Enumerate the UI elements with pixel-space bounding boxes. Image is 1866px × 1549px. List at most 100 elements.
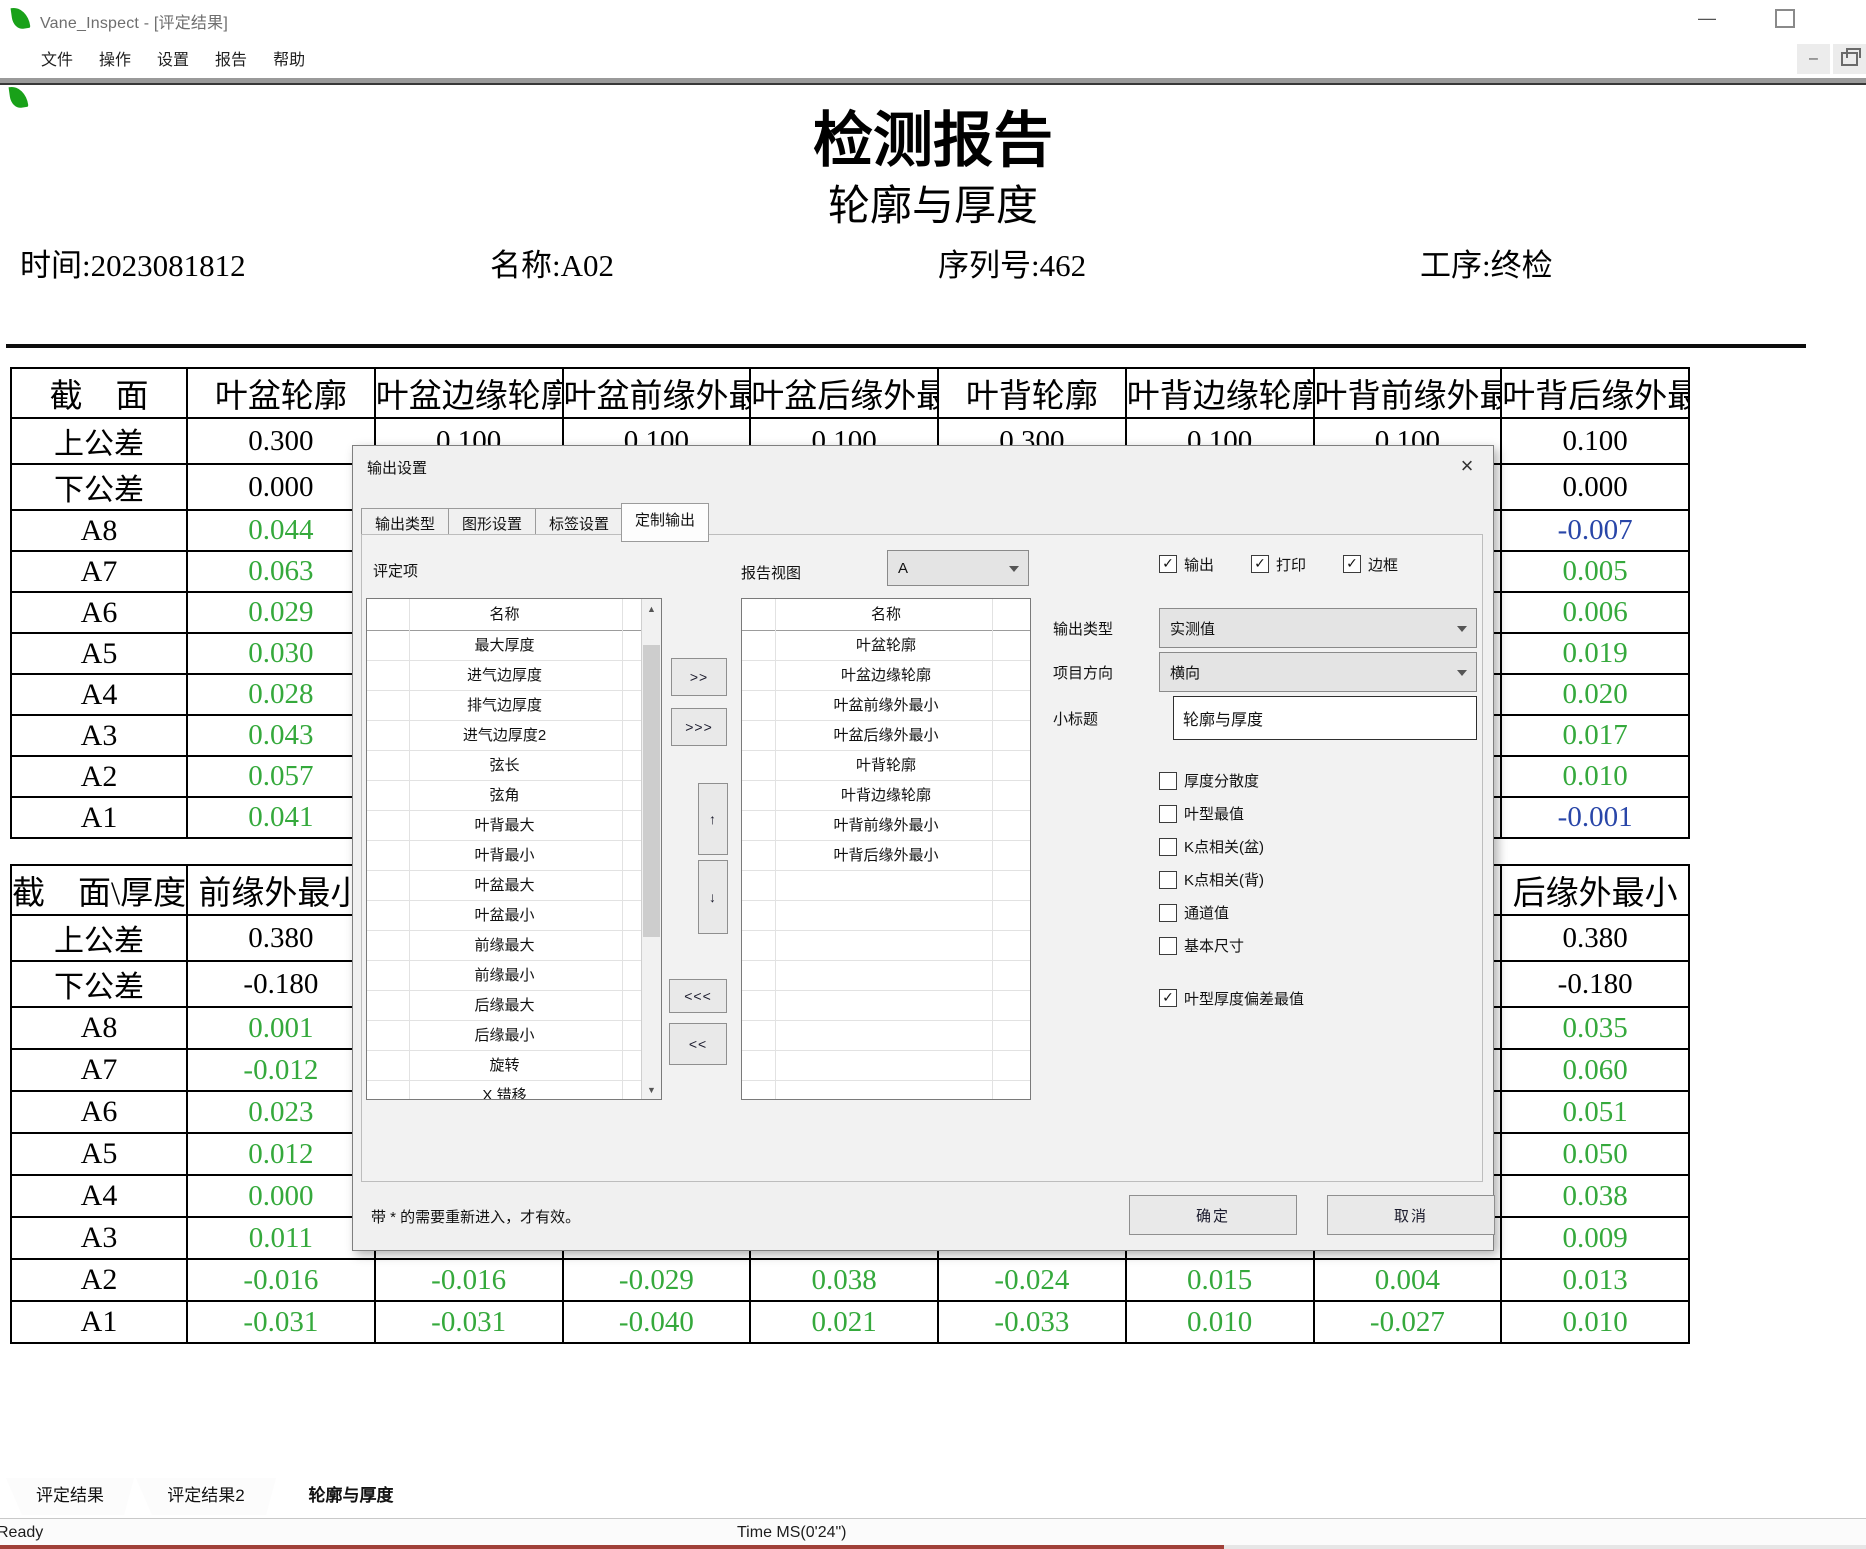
value-cell: -0.007 (1501, 510, 1689, 551)
maximize-button[interactable] (1762, 0, 1808, 36)
unchecked-checkbox-icon[interactable] (1159, 805, 1177, 823)
table-row: A2-0.016-0.016-0.0290.038-0.0240.0150.00… (11, 1259, 1689, 1301)
list-item[interactable] (742, 1081, 1030, 1100)
output-type-select[interactable]: 实测值 (1159, 608, 1477, 648)
status-ready: Ready (0, 1524, 43, 1542)
menu-item[interactable]: 设置 (157, 40, 189, 70)
row-label: A3 (11, 715, 187, 756)
list-item[interactable]: 叶盆后缘外最小 (742, 721, 1030, 751)
scrollbar-thumb[interactable] (643, 645, 660, 937)
checkbox-边框[interactable]: 边框 (1343, 552, 1398, 576)
mdi-minimize-button[interactable]: – (1797, 44, 1830, 74)
sheet-tab-2[interactable]: 评定结果2 (136, 1478, 276, 1515)
dialog-tab-4[interactable]: 定制输出 (621, 503, 709, 542)
list-item[interactable] (742, 871, 1030, 901)
list-item[interactable]: 叶盆边缘轮廓 (742, 661, 1030, 691)
menu-item[interactable]: 文件 (41, 40, 73, 70)
checkbox-label: 基本尺寸 (1184, 935, 1244, 956)
row-label: A8 (11, 510, 187, 551)
checked-checkbox-icon[interactable] (1159, 555, 1177, 573)
move-down-button[interactable]: ↓ (698, 860, 728, 934)
menu-item[interactable]: 帮助 (273, 40, 305, 70)
menu-bar: 文件操作设置报告帮助 (0, 40, 1866, 76)
remove-all-button[interactable]: <<< (669, 979, 727, 1013)
checkbox-打印[interactable]: 打印 (1251, 552, 1306, 576)
report-view-select[interactable]: A (887, 550, 1029, 586)
scroll-up-icon[interactable]: ▲ (642, 599, 661, 618)
cancel-button[interactable]: 取消 (1327, 1195, 1495, 1235)
list-item[interactable] (742, 1051, 1030, 1081)
menu-item[interactable]: 报告 (215, 40, 247, 70)
list-item[interactable]: 叶盆前缘外最小 (742, 691, 1030, 721)
list-item[interactable]: 叶盆轮廓 (742, 631, 1030, 661)
scrollbar[interactable]: ▲ ▼ (641, 599, 661, 1099)
sheet-tab-bar: 评定结果评定结果2轮廓与厚度 (0, 1478, 1866, 1518)
remove-button[interactable]: << (669, 1023, 727, 1065)
value-cell: 0.035 (1501, 1007, 1689, 1049)
subtitle-label: 小标题 (1053, 708, 1098, 729)
checkbox-基本尺寸[interactable]: 基本尺寸 (1159, 929, 1264, 962)
list-item[interactable]: 叶背后缘外最小 (742, 841, 1030, 871)
value-cell: 0.028 (187, 674, 375, 715)
scroll-down-icon[interactable]: ▼ (642, 1080, 661, 1099)
sheet-tab-1[interactable]: 评定结果 (6, 1478, 134, 1515)
output-type-value: 实测值 (1170, 618, 1215, 639)
list-item[interactable] (742, 1021, 1030, 1051)
checkbox-叶型厚度偏差最值[interactable]: 叶型厚度偏差最值 (1159, 986, 1304, 1010)
report-view-label: 报告视图 (741, 562, 801, 583)
report-view-value: A (898, 560, 908, 577)
value-cell: 0.063 (187, 551, 375, 592)
checked-checkbox-icon[interactable] (1159, 989, 1177, 1007)
list-item[interactable] (742, 961, 1030, 991)
checkbox-通道值[interactable]: 通道值 (1159, 896, 1264, 929)
list-item[interactable] (742, 901, 1030, 931)
add-button[interactable]: >> (671, 658, 727, 696)
report-subtitle: 轮廓与厚度 (0, 172, 1866, 233)
mdi-restore-button[interactable] (1833, 44, 1866, 74)
value-cell: -0.024 (938, 1259, 1126, 1301)
checked-checkbox-icon[interactable] (1251, 555, 1269, 573)
sheet-tab-3[interactable]: 轮廓与厚度 (278, 1478, 424, 1515)
unchecked-checkbox-icon[interactable] (1159, 871, 1177, 889)
minimize-icon: — (1698, 8, 1716, 29)
selected-items-grid: 名称 叶盆轮廓叶盆边缘轮廓叶盆前缘外最小叶盆后缘外最小叶背轮廓叶背边缘轮廓叶背前… (741, 598, 1031, 1100)
list-item[interactable]: 叶背边缘轮廓 (742, 781, 1030, 811)
value-cell: 0.380 (187, 915, 375, 961)
checkbox-厚度分散度[interactable]: 厚度分散度 (1159, 764, 1264, 797)
menu-separator (0, 78, 1866, 85)
list-item[interactable] (742, 931, 1030, 961)
close-button[interactable]: × (1453, 452, 1481, 480)
item-direction-select[interactable]: 横向 (1159, 652, 1477, 692)
value-cell: 0.044 (187, 510, 375, 551)
dialog-title[interactable]: 输出设置 (367, 457, 427, 478)
chevron-down-icon (1457, 626, 1467, 632)
menu-item[interactable]: 操作 (99, 40, 131, 70)
checkbox-K点相关(盆)[interactable]: K点相关(盆) (1159, 830, 1264, 863)
checkbox-label: 叶型最值 (1184, 803, 1244, 824)
list-item[interactable]: 叶背前缘外最小 (742, 811, 1030, 841)
move-up-button[interactable]: ↑ (698, 783, 728, 855)
column-header: 叶背轮廓 (938, 368, 1126, 418)
add-all-button[interactable]: >>> (671, 708, 727, 746)
checkbox-label: 输出 (1184, 554, 1214, 575)
unchecked-checkbox-icon[interactable] (1159, 937, 1177, 955)
checkbox-K点相关(背)[interactable]: K点相关(背) (1159, 863, 1264, 896)
unchecked-checkbox-icon[interactable] (1159, 772, 1177, 790)
app-icon (11, 6, 31, 30)
unchecked-checkbox-icon[interactable] (1159, 838, 1177, 856)
checked-checkbox-icon[interactable] (1343, 555, 1361, 573)
ok-button[interactable]: 确定 (1129, 1195, 1297, 1235)
unchecked-checkbox-icon[interactable] (1159, 904, 1177, 922)
title-bar[interactable]: Vane_Inspect - [评定结果] — (0, 0, 1866, 38)
report-info-field: 工序:终检 (1420, 240, 1553, 285)
list-item[interactable] (742, 991, 1030, 1021)
minimize-button[interactable]: — (1684, 0, 1730, 36)
column-header: 叶背边缘轮廓 (1126, 368, 1314, 418)
checkbox-叶型最值[interactable]: 叶型最值 (1159, 797, 1264, 830)
subtitle-input[interactable]: 轮廓与厚度 (1173, 696, 1477, 740)
header-row: 截 面叶盆轮廓叶盆边缘轮廓叶盆前缘外最小叶盆后缘外最小叶背轮廓叶背边缘轮廓叶背前… (11, 368, 1689, 418)
row-label: A3 (11, 1217, 187, 1259)
column-header: 叶背后缘外最小 (1501, 368, 1689, 418)
list-item[interactable]: 叶背轮廓 (742, 751, 1030, 781)
checkbox-输出[interactable]: 输出 (1159, 552, 1214, 576)
